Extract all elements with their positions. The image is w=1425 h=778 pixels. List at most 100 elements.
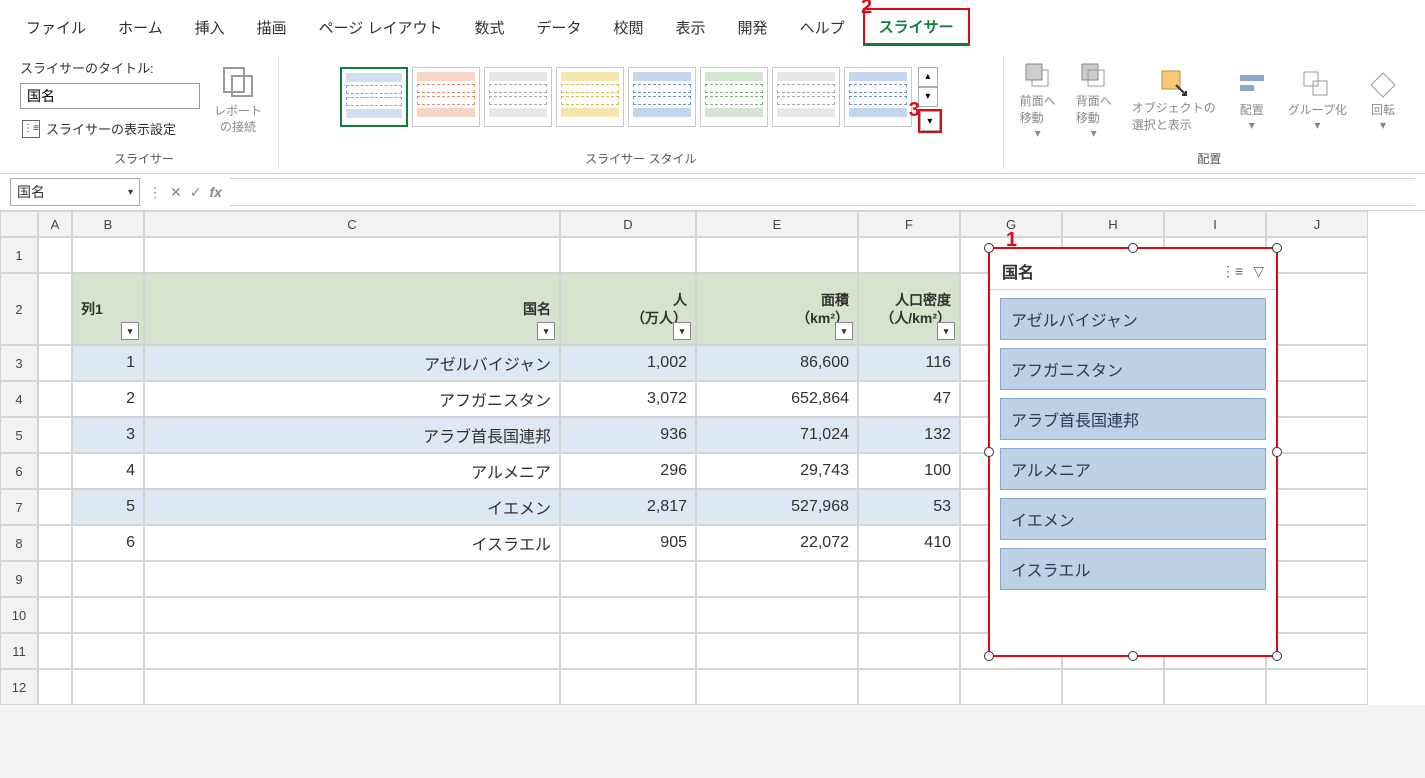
cell[interactable] [38,669,72,705]
resize-handle[interactable] [984,651,994,661]
table-cell[interactable]: 527,968 [696,489,858,525]
resize-handle[interactable] [1272,243,1282,253]
cell[interactable] [72,669,144,705]
slicer-item[interactable]: アラブ首長国連邦 [1000,398,1266,440]
clear-filter-icon[interactable]: ▽ [1253,263,1264,280]
slicer-item[interactable]: アゼルバイジャン [1000,298,1266,340]
cell[interactable] [72,633,144,669]
cell[interactable] [960,669,1062,705]
gallery-more-button[interactable]: ▾ [920,111,940,131]
tab-view[interactable]: 表示 [662,11,720,44]
cell[interactable] [1266,669,1368,705]
cell[interactable] [38,237,72,273]
slicer-item[interactable]: アルメニア [1000,448,1266,490]
table-cell[interactable]: 116 [858,345,960,381]
cell[interactable] [38,381,72,417]
filter-icon[interactable]: ▾ [121,322,139,340]
send-backward-button[interactable]: 背面へ 移動▾ [1070,56,1118,144]
cell[interactable] [1164,669,1266,705]
table-cell[interactable]: 53 [858,489,960,525]
row-header[interactable]: 2 [0,273,38,345]
filter-icon[interactable]: ▾ [673,322,691,340]
table-cell[interactable]: アラブ首長国連邦 [144,417,560,453]
col-header[interactable]: H [1062,211,1164,237]
col-header[interactable]: C [144,211,560,237]
table-cell[interactable]: 1,002 [560,345,696,381]
slicer-style-1[interactable] [340,67,408,127]
cell[interactable] [1266,597,1368,633]
cell[interactable] [858,669,960,705]
table-cell[interactable]: 905 [560,525,696,561]
cell[interactable] [1062,669,1164,705]
table-header[interactable]: 人口密度 （人/km²）▾ [858,273,960,345]
tab-data[interactable]: データ [523,11,596,44]
cell[interactable] [1266,273,1368,345]
row-header[interactable]: 6 [0,453,38,489]
tab-draw[interactable]: 描画 [243,11,301,44]
row-header[interactable]: 5 [0,417,38,453]
slicer-item[interactable]: イエメン [1000,498,1266,540]
row-header[interactable]: 3 [0,345,38,381]
slicer-style-2[interactable] [412,67,480,127]
cell[interactable] [1266,345,1368,381]
cell[interactable] [560,669,696,705]
selection-pane-button[interactable]: オブジェクトの 選択と表示 [1126,63,1222,137]
cell[interactable] [1266,525,1368,561]
cell[interactable] [144,669,560,705]
cell[interactable] [1266,561,1368,597]
slicer-item[interactable]: アフガニスタン [1000,348,1266,390]
align-button[interactable]: 配置▾ [1230,65,1274,136]
cell[interactable] [858,633,960,669]
table-cell[interactable]: 2,817 [560,489,696,525]
cell[interactable] [38,489,72,525]
name-box[interactable]: 国名 ▾ [10,178,140,206]
cell[interactable] [72,597,144,633]
cell[interactable] [696,237,858,273]
cell[interactable] [144,633,560,669]
tab-insert[interactable]: 挿入 [181,11,239,44]
cell[interactable] [144,561,560,597]
slicer-panel[interactable]: 国名 ⋮≡ ▽ アゼルバイジャン アフガニスタン アラブ首長国連邦 アルメニア … [988,247,1278,657]
table-cell[interactable]: 71,024 [696,417,858,453]
tab-review[interactable]: 校閲 [600,11,658,44]
cell[interactable] [696,633,858,669]
filter-icon[interactable]: ▾ [835,322,853,340]
col-header[interactable]: J [1266,211,1368,237]
slicer-item[interactable]: イスラエル [1000,548,1266,590]
slicer-style-3[interactable] [484,67,552,127]
cell[interactable] [38,417,72,453]
table-cell[interactable]: 4 [72,453,144,489]
table-header[interactable]: 面積 （km²）▾ [696,273,858,345]
table-cell[interactable]: 5 [72,489,144,525]
cell[interactable] [38,273,72,345]
row-header[interactable]: 4 [0,381,38,417]
cell[interactable] [560,633,696,669]
cell[interactable] [38,453,72,489]
cell[interactable] [1266,417,1368,453]
cell[interactable] [560,597,696,633]
fx-icon[interactable]: fx [209,184,221,200]
slicer-style-5[interactable] [628,67,696,127]
table-cell[interactable]: 2 [72,381,144,417]
cell[interactable] [38,597,72,633]
table-cell[interactable]: 100 [858,453,960,489]
resize-handle[interactable] [1272,447,1282,457]
table-cell[interactable]: イスラエル [144,525,560,561]
col-header[interactable]: B [72,211,144,237]
table-cell[interactable]: 936 [560,417,696,453]
col-header[interactable]: I [1164,211,1266,237]
cell[interactable] [38,633,72,669]
table-cell[interactable]: 86,600 [696,345,858,381]
resize-handle[interactable] [984,243,994,253]
row-header[interactable]: 9 [0,561,38,597]
tab-home[interactable]: ホーム [104,11,177,44]
table-header[interactable]: 列1▾ [72,273,144,345]
col-header[interactable]: F [858,211,960,237]
cell[interactable] [144,237,560,273]
gallery-scroll-up[interactable]: ▴ [918,67,938,87]
cell[interactable] [1266,633,1368,669]
multi-select-icon[interactable]: ⋮≡ [1221,263,1243,280]
cell[interactable] [72,237,144,273]
row-header[interactable]: 10 [0,597,38,633]
table-header[interactable]: 人 （万人）▾ [560,273,696,345]
